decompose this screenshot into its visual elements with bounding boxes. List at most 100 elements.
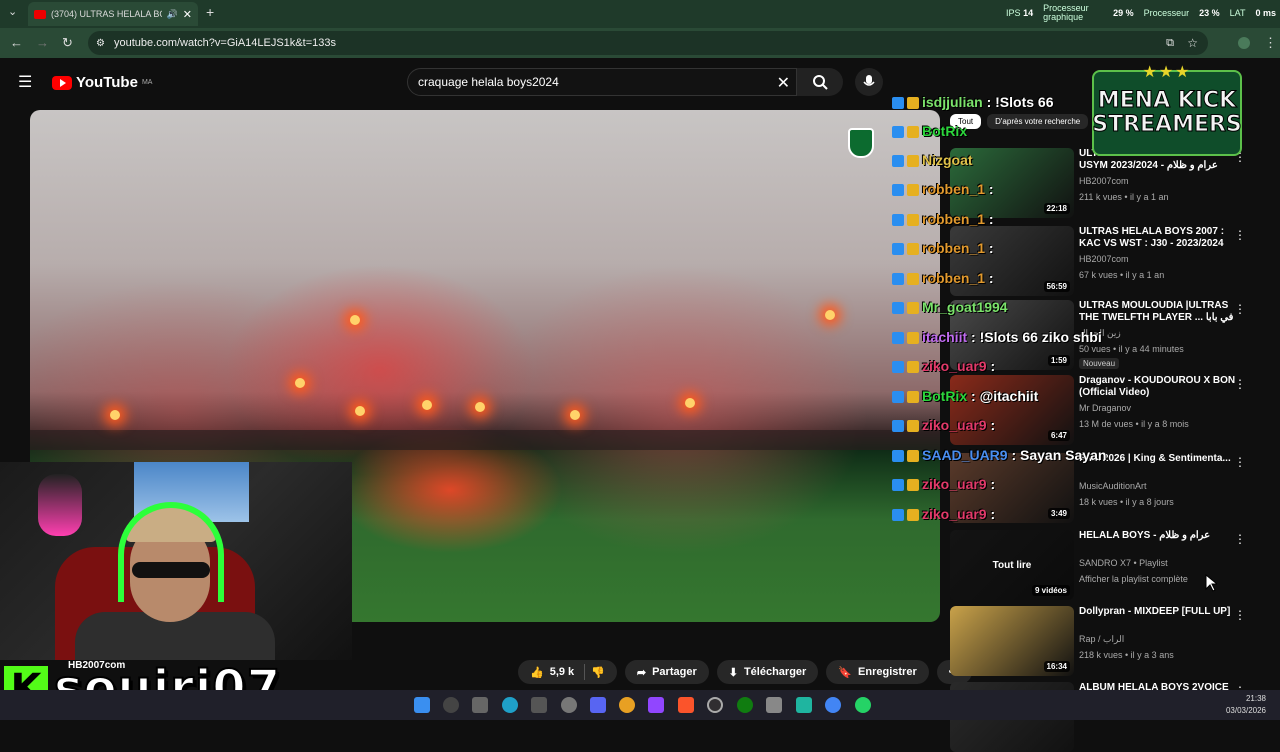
install-icon[interactable]: ⧉ [1166,37,1174,50]
site-info-icon[interactable]: ⚙ [96,38,105,49]
video-channel[interactable]: HB2007com [1079,254,1129,264]
chat-username[interactable]: itachiit [922,329,967,345]
chat-username[interactable]: Nizgoat [922,152,973,168]
youtube-logo[interactable]: YouTube MA [52,74,152,91]
chat-text: : [985,240,994,256]
chat-username[interactable]: BotRix [922,123,967,139]
chat-username[interactable]: ziko_uar9 [922,358,987,374]
video-duration: 56:59 [1043,281,1070,292]
forward-icon[interactable]: → [36,35,49,50]
chat-username[interactable]: robben_1 [922,240,985,256]
video-channel[interactable]: SANDRO X7 • Playlist [1079,558,1168,568]
recommendation-item[interactable]: Tout lire 9 vidéos HELALA BOYS - عرام و ظل… [950,530,1270,600]
video-title[interactable]: ULTRAS MOULOUDIA |ULTRAS THE TWELFTH PLA… [1079,300,1239,324]
address-bar[interactable]: ⚙ youtube.com/watch?v=GiA14LEJS1k&t=133s… [88,31,1208,55]
search-taskbar-icon[interactable] [443,697,459,713]
more-options-icon[interactable]: ⋮ [1234,532,1246,546]
chat-text: : @itachiit [967,388,1039,404]
windows-start-icon[interactable] [414,697,430,713]
thumbs-down-icon[interactable]: 👎 [591,666,605,679]
share-label: Partager [652,666,697,678]
twitch-icon[interactable] [648,697,664,713]
recommendation-item[interactable]: 3:49 Bilal 2026 | King & Sentimenta... Mus… [950,453,1270,523]
video-title[interactable]: Draganov - KOUDOUROU X BON (Official Vid… [1079,375,1239,399]
store-icon[interactable] [531,697,547,713]
chat-username[interactable]: robben_1 [922,211,985,227]
save-label: Enregistrer [858,666,917,678]
clear-search-icon[interactable]: ✕ [777,73,790,93]
filter-chips: Tout D'après votre recherche [950,114,1089,129]
edge-icon[interactable] [502,697,518,713]
video-thumbnail[interactable]: 16:34 [950,606,1074,676]
chat-username[interactable]: ziko_uar9 [922,417,987,433]
app-icon[interactable] [796,697,812,713]
chat-username[interactable]: Mr_goat1994 [922,299,1008,315]
video-channel[interactable]: Mr Draganov [1079,403,1131,413]
chat-badge-icon [907,97,919,110]
close-tab-icon[interactable]: ✕ [183,8,192,21]
mouse-cursor-icon [1205,574,1217,592]
chat-username[interactable]: robben_1 [922,270,985,286]
discord-icon[interactable] [590,697,606,713]
obs-icon[interactable] [707,697,723,713]
more-options-icon[interactable]: ⋮ [1234,228,1246,242]
menu-dots-icon[interactable]: ⋮ [1264,35,1277,51]
new-tab-icon[interactable]: + [206,4,214,20]
chat-message: ziko_uar9 : [892,417,995,433]
share-button[interactable]: ➦ Partager [624,660,709,684]
chat-username[interactable]: ziko_uar9 [922,506,987,522]
chat-username[interactable]: BotRix [922,388,967,404]
tab-list-icon[interactable]: ⌄ [8,5,17,18]
chat-badge-icon [907,361,919,374]
video-title[interactable]: HELALA BOYS - عرام و ظلام [1079,530,1239,542]
video-channel[interactable]: MusicAuditionArt [1079,481,1147,491]
chat-username[interactable]: SAAD_UAR9 [922,447,1008,463]
search-input[interactable]: craquage helala boys2024 ✕ [407,68,797,96]
brave-icon[interactable] [678,697,694,713]
more-options-icon[interactable]: ⋮ [1234,302,1246,316]
more-options-icon[interactable]: ⋮ [1234,455,1246,469]
chat-badge-icon [907,155,919,168]
chat-username[interactable]: ziko_uar9 [922,476,987,492]
hamburger-menu-icon[interactable]: ☰ [18,72,32,92]
chrome-icon[interactable] [619,697,635,713]
recommendation-item[interactable]: 22:18ULTRAS HELALA BOYS VS USYM 2023/202… [950,148,1270,218]
video-thumbnail[interactable]: 6:47 [950,375,1074,445]
flare [355,406,365,416]
video-title[interactable]: ULTRAS HELALA BOYS 2007 : KAC VS WST : J… [1079,226,1239,250]
bookmark-star-icon[interactable]: ☆ [1187,36,1198,50]
whatsapp-icon[interactable] [855,697,871,713]
chip-related[interactable]: D'après votre recherche [987,114,1089,129]
search-button[interactable] [797,68,843,96]
chrome-active-icon[interactable] [825,697,841,713]
save-button[interactable]: 🔖 Enregistrer [826,660,929,684]
like-button[interactable]: 👍 5,9 k 👎 [518,660,617,684]
recommendation-item[interactable]: 16:34 Dollypran - MIXDEEP [FULL UP] Rap / … [950,606,1270,676]
chat-badge-icon [892,391,904,404]
video-meta: 50 vues • il y a 44 minutes [1079,344,1184,354]
recommendation-item[interactable]: 6:47 Draganov - KOUDOUROU X BON (Official… [950,375,1270,445]
chat-text: : [986,506,996,522]
profile-avatar-icon[interactable] [1238,37,1250,49]
chat-username[interactable]: robben_1 [922,181,985,197]
video-thumbnail[interactable]: Tout lire 9 vidéos [950,530,1074,600]
settings-icon[interactable] [561,697,577,713]
browser-tab[interactable]: (3704) ULTRAS HELALA BOYS 🔊 ✕ [28,2,198,26]
audio-icon[interactable]: 🔊 [167,9,178,20]
voice-search-button[interactable] [855,68,883,96]
chat-username[interactable]: isdjjulian [922,94,983,110]
more-options-icon[interactable]: ⋮ [1234,608,1246,622]
back-icon[interactable]: ← [10,35,23,50]
video-title[interactable]: Dollypran - MIXDEEP [FULL UP] [1079,606,1239,618]
chat-message: BotRix [892,123,967,139]
video-channel[interactable]: HB2007com [1079,176,1129,186]
video-channel[interactable]: Rap / الراب [1079,634,1124,645]
reload-icon[interactable]: ↻ [62,35,73,51]
xbox-icon[interactable] [737,697,753,713]
task-view-icon[interactable] [472,697,488,713]
system-clock[interactable]: 21:38 03/03/2026 [1226,693,1266,717]
recommendation-item[interactable]: 56:59 ULTRAS HELALA BOYS 2007 : KAC VS WS… [950,226,1270,296]
more-options-icon[interactable]: ⋮ [1234,377,1246,391]
download-button[interactable]: ⬇ Télécharger [716,660,819,684]
capture-icon[interactable] [766,697,782,713]
